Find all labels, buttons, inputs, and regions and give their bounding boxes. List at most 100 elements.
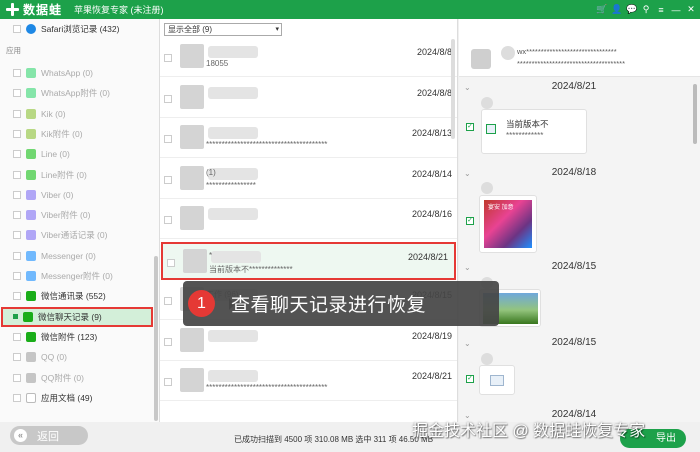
- sidebar-item[interactable]: Viber附件 (0): [0, 206, 152, 224]
- watermark-text: 掘金技术社区 @ 数据蛙恢复专家: [412, 423, 646, 440]
- app-icon: [26, 230, 36, 241]
- sidebar-item-label: WhatsApp (0): [41, 68, 93, 78]
- checkbox[interactable]: [13, 150, 21, 159]
- chat-date: 2024/8/13: [411, 128, 452, 138]
- blurred-name: [208, 86, 258, 99]
- chat-list-item[interactable]: (1) **************** 2024/8/14: [160, 161, 457, 199]
- scan-status-text: 已成功扫描到 4500 项 310.08 MB 选中 311 项 46.50 M…: [234, 435, 434, 444]
- checkbox[interactable]: [13, 25, 21, 33]
- chat-preview: ***************************************: [206, 140, 328, 149]
- back-button-label: 返回: [37, 430, 59, 443]
- sidebar-item-label: QQ附件 (0): [41, 372, 84, 383]
- chat-date-divider: 2024/8/15: [551, 261, 597, 272]
- checkbox[interactable]: [13, 272, 21, 280]
- checkbox[interactable]: [164, 54, 172, 62]
- blurred-name: [208, 127, 258, 139]
- app-icon: [26, 149, 36, 160]
- message-checkbox[interactable]: ✓: [466, 217, 474, 225]
- chat-preview: 18055: [206, 59, 229, 68]
- checkbox[interactable]: [13, 89, 21, 98]
- cart-icon[interactable]: 🛒: [596, 4, 607, 15]
- checkbox[interactable]: [13, 353, 21, 362]
- chat-list-item[interactable]: 2024/8/16: [160, 201, 457, 239]
- message-checkbox[interactable]: ✓: [466, 375, 474, 383]
- sidebar-item[interactable]: Line (0): [0, 145, 152, 163]
- sidebar-item[interactable]: Kik附件 (0): [0, 125, 152, 143]
- chat-list-item[interactable]: *************************************** 2…: [160, 363, 457, 401]
- close-icon[interactable]: ✕: [686, 4, 696, 15]
- contact-avatar: [180, 84, 204, 109]
- chat-date: 2024/8/14: [411, 168, 452, 179]
- checkbox[interactable]: [164, 216, 172, 224]
- sidebar-item[interactable]: WhatsApp附件 (0): [0, 84, 152, 102]
- app-icon: [26, 271, 36, 281]
- minimize-icon[interactable]: —: [671, 5, 681, 15]
- chat-preview: ***************************************: [206, 383, 328, 392]
- sidebar-item[interactable]: 微信通讯录 (552): [0, 287, 152, 305]
- checkbox[interactable]: [13, 170, 21, 179]
- title-bar: 数据蛙 苹果恢复专家 (未注册) 🛒 👤 💬 ⚲ ≡ — ✕: [0, 0, 700, 19]
- checkbox[interactable]: [13, 109, 21, 118]
- sidebar-item[interactable]: Messenger (0): [0, 247, 152, 265]
- sidebar-item[interactable]: Kik (0): [0, 105, 152, 123]
- sidebar-item[interactable]: 应用文档 (49): [0, 389, 152, 407]
- message-text-masked: ************: [506, 131, 544, 140]
- checkbox[interactable]: [13, 332, 21, 341]
- checkbox[interactable]: [13, 314, 18, 320]
- chat-list-item[interactable]: * 当前版本不************** 2024/8/21: [161, 241, 456, 280]
- checkbox[interactable]: [13, 190, 21, 199]
- list-scrollbar[interactable]: [451, 39, 455, 139]
- checkbox[interactable]: [13, 292, 21, 301]
- contact-avatar: [180, 206, 204, 230]
- chat-list-item[interactable]: 2024/8/8: [160, 80, 457, 118]
- chat-list-item[interactable]: *************************************** 2…: [160, 120, 457, 158]
- menu-icon[interactable]: ≡: [656, 5, 666, 15]
- checkbox[interactable]: [13, 69, 21, 77]
- checkbox[interactable]: [13, 231, 21, 240]
- app-icon: [23, 311, 33, 322]
- sidebar-item[interactable]: Line附件 (0): [0, 166, 152, 184]
- sender-avatar: [481, 97, 493, 109]
- sidebar-item[interactable]: QQ (0): [0, 348, 152, 366]
- checkbox[interactable]: [164, 135, 172, 143]
- checkbox[interactable]: [164, 378, 172, 386]
- checkbox[interactable]: [164, 94, 172, 103]
- sidebar-item[interactable]: 微信附件 (123): [0, 328, 152, 346]
- sidebar-item[interactable]: Viber (0): [0, 186, 152, 204]
- sidebar-item-label: 微信通讯录 (552): [41, 291, 106, 302]
- image-message[interactable]: 宴安 加意: [479, 195, 537, 253]
- contact-avatar: [180, 327, 204, 352]
- chat-header-line-2: *************************************: [517, 59, 625, 68]
- checkbox[interactable]: [13, 251, 21, 260]
- sidebar-item[interactable]: QQ附件 (0): [0, 369, 152, 387]
- image-message[interactable]: [479, 365, 515, 395]
- chat-list-pane: 显示全部 (9) ▾ 18055 2024/8/8 2024/8/8 ********…: [160, 19, 458, 422]
- filter-select[interactable]: 显示全部 (9) ▾: [164, 23, 282, 36]
- sidebar-item-safari-history[interactable]: Safari浏览记录 (432): [0, 20, 152, 38]
- checkbox[interactable]: [13, 211, 21, 220]
- message-checkbox[interactable]: ✓: [466, 123, 474, 131]
- chat-list-item[interactable]: 18055 2024/8/8: [160, 39, 457, 77]
- chat-icon[interactable]: 💬: [626, 4, 637, 15]
- checkbox[interactable]: [164, 297, 172, 305]
- checkbox[interactable]: [167, 258, 175, 267]
- sidebar-item[interactable]: Messenger附件 (0): [0, 267, 152, 285]
- back-button[interactable]: « 返回: [10, 426, 88, 445]
- sidebar-scrollbar[interactable]: [154, 256, 158, 421]
- checkbox[interactable]: [13, 129, 21, 138]
- user-icon[interactable]: 👤: [611, 4, 622, 15]
- sidebar-item[interactable]: 微信聊天记录 (9): [1, 306, 153, 327]
- sidebar-item-label: Line附件 (0): [41, 169, 87, 180]
- location-icon[interactable]: ⚲: [641, 4, 651, 15]
- sidebar-item[interactable]: Viber通话记录 (0): [0, 226, 152, 244]
- contact-avatar-small: [501, 46, 515, 60]
- chat-list-item[interactable]: 2024/8/19: [160, 323, 457, 361]
- checkbox[interactable]: [13, 393, 21, 402]
- checkbox[interactable]: [164, 175, 172, 184]
- checkbox[interactable]: [164, 337, 172, 346]
- sidebar-item[interactable]: WhatsApp (0): [0, 64, 152, 82]
- safari-icon: [26, 24, 36, 34]
- app-icon: [26, 392, 36, 403]
- detail-scrollbar[interactable]: [693, 84, 697, 144]
- checkbox[interactable]: [13, 373, 21, 382]
